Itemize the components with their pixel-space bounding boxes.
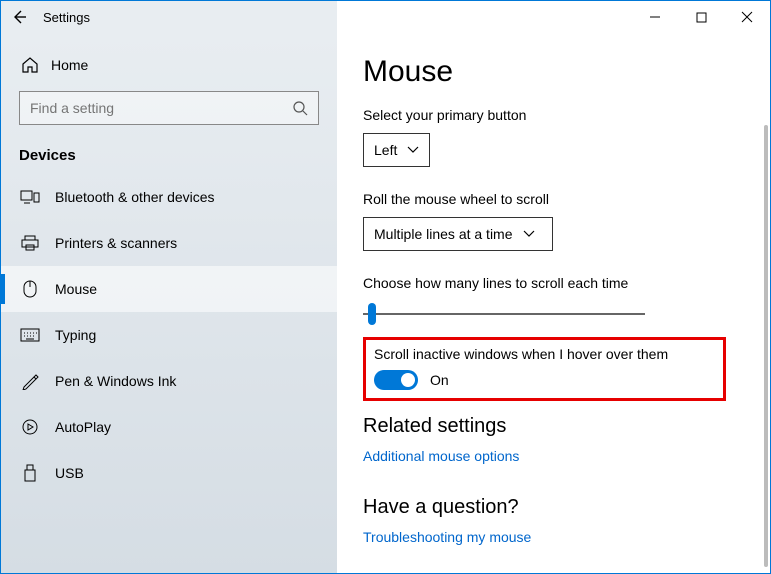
- sidebar-item-label: Printers & scanners: [41, 235, 177, 251]
- highlight-annotation: Scroll inactive windows when I hover ove…: [363, 337, 726, 401]
- question-header: Have a question?: [363, 496, 744, 519]
- sidebar-item-label: Typing: [41, 327, 96, 343]
- sidebar: Home Devices Bluetooth & other devices: [1, 33, 337, 573]
- troubleshoot-link[interactable]: Troubleshooting my mouse: [363, 529, 744, 545]
- sidebar-item-label: AutoPlay: [41, 419, 111, 435]
- scroll-inactive-state: On: [430, 372, 449, 388]
- chevron-down-icon: [407, 146, 419, 154]
- home-label: Home: [41, 57, 88, 73]
- sidebar-item-typing[interactable]: Typing: [1, 312, 337, 358]
- printer-icon: [19, 235, 41, 251]
- primary-button-value: Left: [374, 142, 397, 158]
- roll-label: Roll the mouse wheel to scroll: [363, 191, 744, 207]
- category-header: Devices: [1, 135, 337, 174]
- roll-value: Multiple lines at a time: [374, 226, 513, 242]
- back-button[interactable]: [1, 1, 37, 33]
- search-icon: [292, 100, 308, 116]
- home-icon: [19, 56, 41, 74]
- scroll-inactive-toggle[interactable]: [374, 370, 418, 390]
- sidebar-item-mouse[interactable]: Mouse: [1, 266, 337, 312]
- search-input-wrap[interactable]: [19, 91, 319, 125]
- close-icon: [741, 11, 753, 23]
- sidebar-item-label: Pen & Windows Ink: [41, 373, 176, 389]
- window-title: Settings: [37, 10, 90, 25]
- sidebar-item-autoplay[interactable]: AutoPlay: [1, 404, 337, 450]
- chevron-down-icon: [523, 230, 535, 238]
- devices-icon: [19, 189, 41, 205]
- sidebar-item-usb[interactable]: USB: [1, 450, 337, 496]
- primary-button-label: Select your primary button: [363, 107, 744, 123]
- home-nav[interactable]: Home: [1, 45, 337, 85]
- search-input[interactable]: [30, 100, 292, 116]
- sidebar-item-printers[interactable]: Printers & scanners: [1, 220, 337, 266]
- related-settings-header: Related settings: [363, 415, 744, 438]
- titlebar: Settings: [1, 1, 770, 33]
- nav-list: Bluetooth & other devices Printers & sca…: [1, 174, 337, 496]
- sidebar-item-pen[interactable]: Pen & Windows Ink: [1, 358, 337, 404]
- sidebar-item-label: Mouse: [41, 281, 97, 297]
- primary-button-select[interactable]: Left: [363, 133, 430, 167]
- minimize-icon: [649, 11, 661, 23]
- maximize-icon: [696, 12, 707, 23]
- lines-label: Choose how many lines to scroll each tim…: [363, 275, 744, 291]
- additional-mouse-options-link[interactable]: Additional mouse options: [363, 448, 744, 464]
- maximize-button[interactable]: [678, 1, 724, 33]
- content-scrollbar[interactable]: [764, 125, 768, 567]
- slider-track: [363, 313, 645, 315]
- sidebar-item-label: USB: [41, 465, 84, 481]
- page-title: Mouse: [363, 55, 744, 89]
- mouse-icon: [19, 280, 41, 298]
- lines-slider[interactable]: [363, 301, 645, 325]
- slider-thumb[interactable]: [368, 303, 376, 325]
- scroll-inactive-label: Scroll inactive windows when I hover ove…: [374, 346, 713, 362]
- content-area: Mouse Select your primary button Left Ro…: [337, 33, 770, 573]
- roll-select[interactable]: Multiple lines at a time: [363, 217, 553, 251]
- sidebar-item-label: Bluetooth & other devices: [41, 189, 215, 205]
- close-button[interactable]: [724, 1, 770, 33]
- minimize-button[interactable]: [632, 1, 678, 33]
- usb-icon: [19, 464, 41, 482]
- pen-icon: [19, 372, 41, 390]
- autoplay-icon: [19, 418, 41, 436]
- arrow-left-icon: [11, 9, 27, 25]
- sidebar-item-bluetooth[interactable]: Bluetooth & other devices: [1, 174, 337, 220]
- keyboard-icon: [19, 328, 41, 342]
